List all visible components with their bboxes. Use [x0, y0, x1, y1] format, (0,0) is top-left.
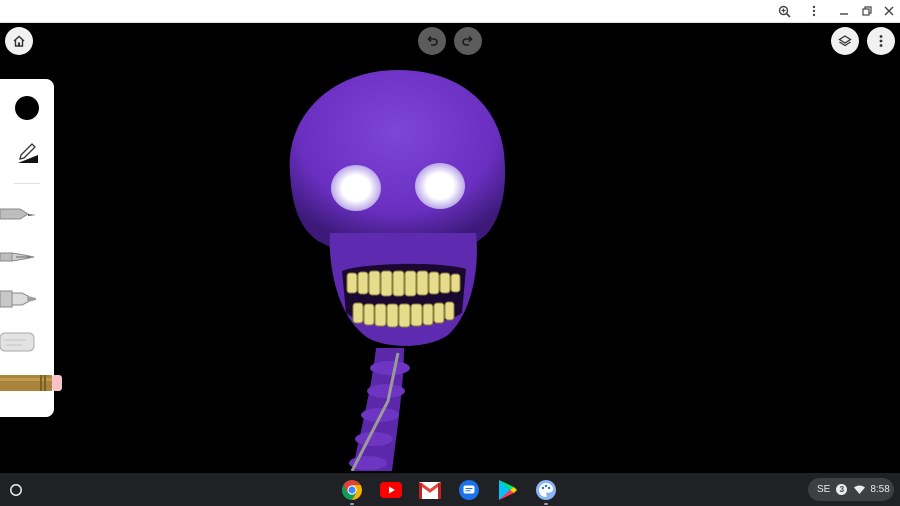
- fountain-pen-tool[interactable]: [0, 247, 40, 267]
- canvas-app-icon[interactable]: [534, 478, 558, 505]
- os-shelf: SE 3 8:58: [0, 473, 900, 506]
- spine: [349, 348, 410, 471]
- minimize-icon[interactable]: [834, 2, 854, 20]
- graphite-pencil-tool[interactable]: [0, 373, 64, 393]
- ime-indicator: SE: [817, 484, 831, 495]
- play-store-icon[interactable]: [496, 478, 520, 502]
- pen-size-icon: [18, 143, 38, 163]
- marker-tool[interactable]: [0, 288, 40, 310]
- launcher-icon: [10, 484, 22, 496]
- status-tray[interactable]: SE 3 8:58: [808, 478, 894, 501]
- redo-button[interactable]: [454, 27, 482, 55]
- home-button[interactable]: [5, 27, 33, 55]
- redo-icon: [462, 35, 473, 46]
- running-indicator: [544, 503, 548, 505]
- restore-icon[interactable]: [857, 2, 877, 20]
- launcher-button[interactable]: [6, 480, 26, 500]
- skull-artwork: [289, 70, 506, 471]
- pen-size-button[interactable]: [15, 139, 41, 165]
- skull-cranium: [289, 70, 506, 247]
- pencil-tool[interactable]: [0, 205, 40, 225]
- wifi-icon: [854, 485, 866, 494]
- running-indicator: [350, 503, 354, 505]
- chalk-tool[interactable]: [0, 331, 40, 353]
- notification-badge: 3: [836, 484, 848, 495]
- more-vertical-icon: [879, 35, 883, 47]
- app-menu-button[interactable]: [867, 27, 895, 55]
- close-icon[interactable]: [879, 2, 899, 20]
- undo-icon: [427, 35, 438, 46]
- tool-divider: [14, 183, 40, 184]
- layers-icon: [838, 35, 852, 47]
- chrome-icon[interactable]: [340, 478, 364, 505]
- clock: 8:58: [870, 484, 890, 495]
- color-swatch[interactable]: [15, 96, 39, 120]
- gmail-icon[interactable]: [418, 478, 442, 502]
- right-eye-socket: [415, 163, 465, 209]
- zoom-icon[interactable]: [774, 2, 794, 20]
- window-titlebar: [0, 0, 900, 23]
- home-icon: [13, 35, 25, 47]
- more-vertical-icon[interactable]: [804, 2, 824, 20]
- drawing-canvas[interactable]: [0, 23, 900, 471]
- undo-button[interactable]: [418, 27, 446, 55]
- left-eye-socket: [331, 165, 381, 211]
- youtube-icon[interactable]: [379, 478, 403, 502]
- messages-icon[interactable]: [457, 478, 481, 502]
- layers-button[interactable]: [831, 27, 859, 55]
- tool-panel: [0, 79, 62, 417]
